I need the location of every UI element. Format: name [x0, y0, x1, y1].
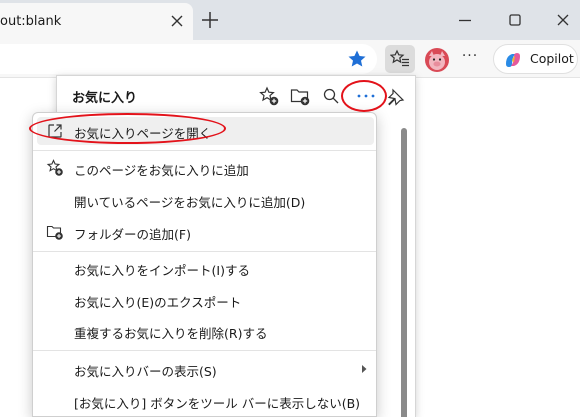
favorites-star-icon: [390, 49, 409, 67]
minimize-icon[interactable]: [455, 10, 475, 30]
pin-icon[interactable]: [385, 86, 407, 108]
add-favorite-star-icon[interactable]: [347, 49, 367, 69]
copilot-label: Copilot: [530, 51, 574, 66]
scrollbar[interactable]: [400, 122, 408, 417]
new-tab-icon[interactable]: [199, 9, 221, 31]
tab-strip: out:blank: [0, 0, 580, 40]
menu-separator: [33, 251, 376, 252]
chevron-right-icon: [362, 365, 367, 373]
tab-about-blank[interactable]: out:blank: [0, 3, 193, 40]
add-favorite-icon: [46, 159, 63, 176]
search-icon[interactable]: [320, 85, 342, 107]
favorites-more-menu: お気に入りページを開く このページをお気に入りに追加 開いているページをお気に入…: [32, 112, 377, 417]
menu-item-add-this-page[interactable]: このページをお気に入りに追加: [37, 154, 374, 182]
menu-item-label: このページをお気に入りに追加: [74, 163, 249, 178]
address-bar[interactable]: [0, 44, 377, 74]
menu-separator: [33, 150, 376, 151]
scrollbar-thumb[interactable]: [401, 128, 407, 417]
copilot-button[interactable]: Copilot: [493, 44, 578, 74]
menu-item-export-favorites[interactable]: お気に入り(E)のエクスポート: [37, 286, 374, 314]
menu-item-label: [お気に入り] ボタンをツール バーに表示しない(B): [74, 396, 361, 411]
add-folder-icon[interactable]: [289, 85, 311, 107]
toolbar: ··· Copilot: [0, 40, 580, 78]
favorites-button[interactable]: [385, 45, 415, 73]
add-favorite-icon[interactable]: [258, 85, 280, 107]
annotation-circle-more-button: [341, 80, 387, 112]
tab-title: out:blank: [0, 14, 62, 29]
menu-item-add-open-pages[interactable]: 開いているページをお気に入りに追加(D): [37, 186, 374, 214]
maximize-icon[interactable]: [505, 10, 525, 30]
favorites-pane-title: お気に入り: [72, 91, 138, 106]
menu-item-label: お気に入りバーの表示(S): [74, 364, 217, 379]
menu-item-label: 開いているページをお気に入りに追加(D): [74, 195, 306, 210]
menu-item-add-folder[interactable]: フォルダーの追加(F): [37, 218, 374, 246]
menu-item-hide-favorites-button[interactable]: [お気に入り] ボタンをツール バーに表示しない(B): [37, 387, 374, 415]
close-icon[interactable]: [168, 12, 186, 30]
annotation-circle-open-favorites: [29, 113, 226, 144]
menu-separator: [33, 350, 376, 351]
copilot-icon: [506, 53, 520, 67]
menu-item-label: フォルダーの追加(F): [74, 227, 191, 242]
window-close-icon[interactable]: [553, 10, 573, 30]
settings-more-button[interactable]: ···: [459, 49, 481, 67]
menu-item-show-favorites-bar[interactable]: お気に入りバーの表示(S): [37, 355, 374, 383]
menu-item-import-favorites[interactable]: お気に入りをインポート(I)する: [37, 254, 374, 282]
menu-item-label: 重複するお気に入りを削除(R)する: [74, 326, 268, 341]
menu-item-label: お気に入りをインポート(I)する: [74, 263, 250, 278]
avatar[interactable]: [425, 48, 449, 72]
add-folder-icon: [46, 225, 63, 240]
menu-item-remove-duplicates[interactable]: 重複するお気に入りを削除(R)する: [37, 317, 374, 345]
menu-item-label: お気に入り(E)のエクスポート: [74, 295, 242, 310]
